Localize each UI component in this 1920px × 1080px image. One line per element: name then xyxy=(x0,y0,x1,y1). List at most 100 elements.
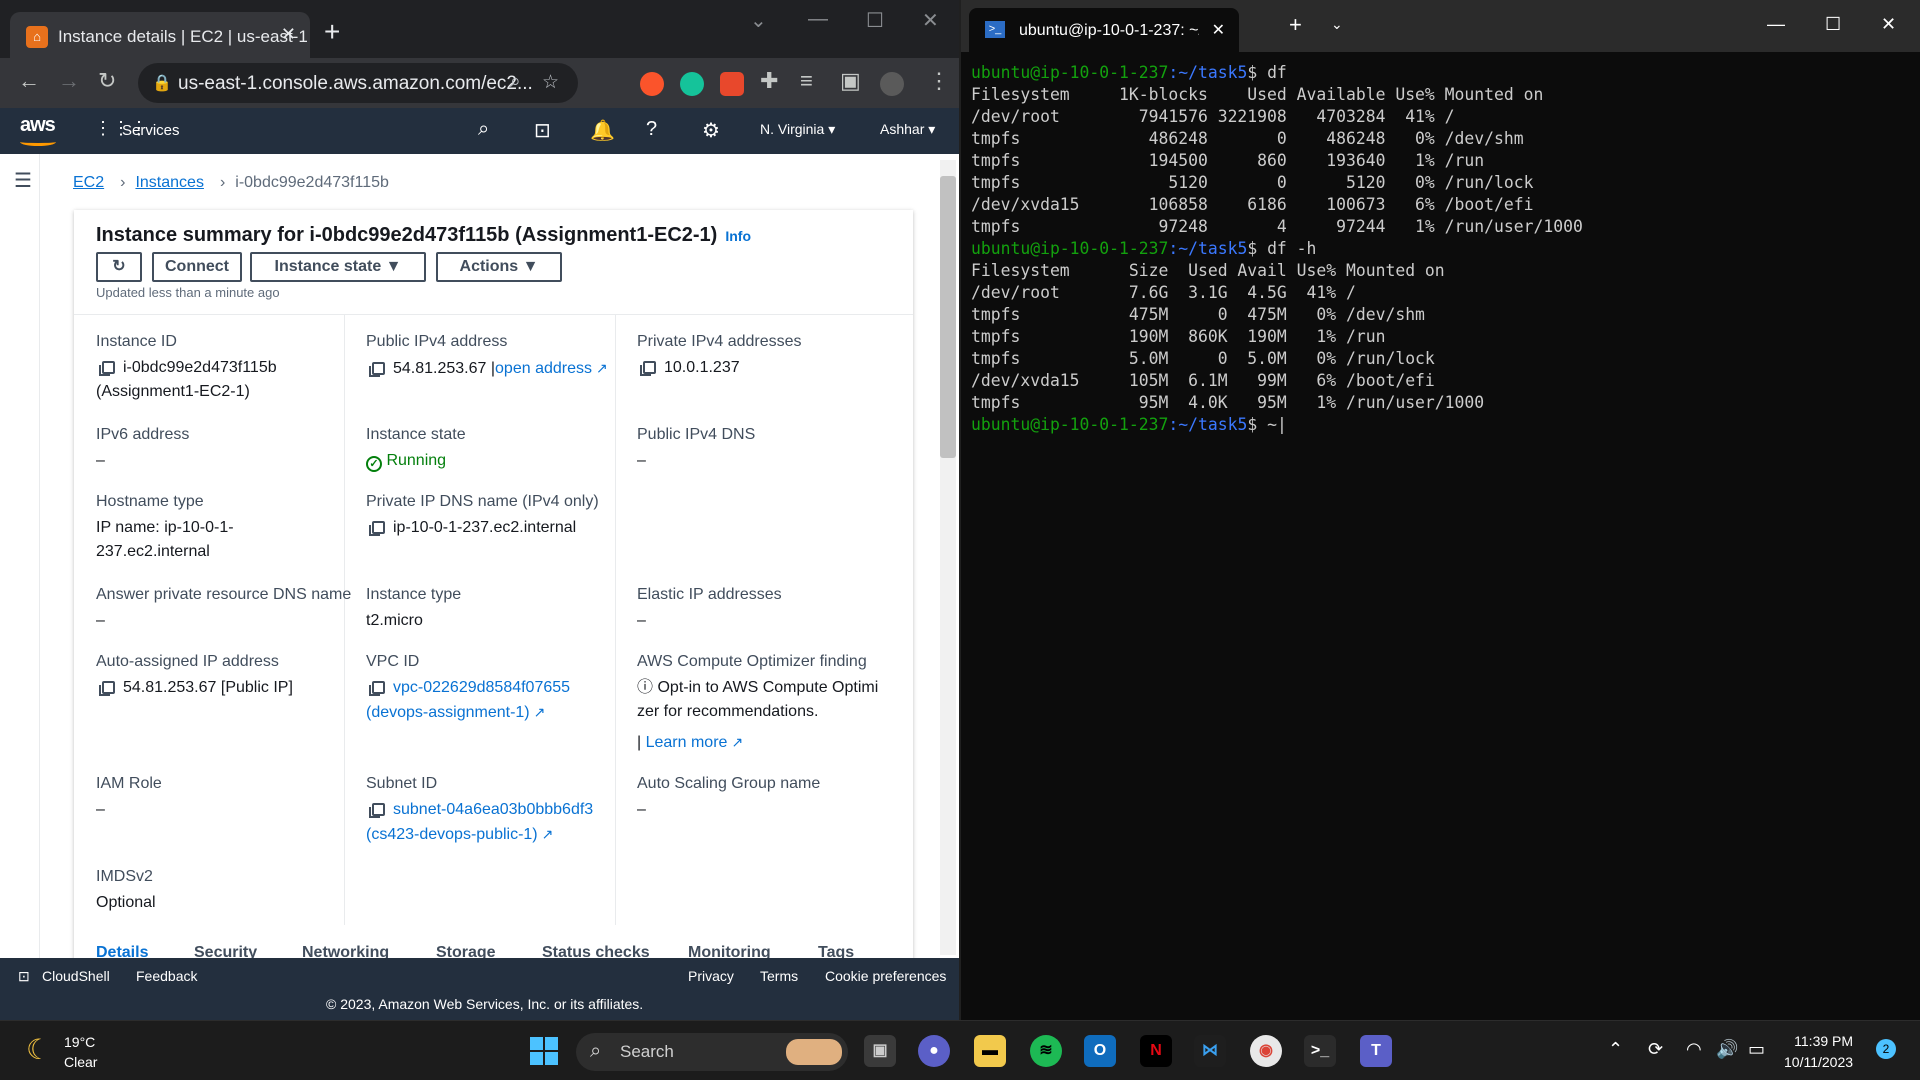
media-icon[interactable]: ≡ xyxy=(800,68,813,94)
cloudshell-icon[interactable]: ⊡ xyxy=(534,118,551,143)
sync-icon[interactable]: ⟳ xyxy=(1648,1039,1663,1060)
breadcrumb-ec2[interactable]: EC2 xyxy=(73,174,104,191)
chat-icon[interactable]: ● xyxy=(918,1035,950,1067)
terminal-tab[interactable]: >_ ubuntu@ip-10-0-1-237: ~/tasl ✕ xyxy=(969,8,1239,52)
account-menu[interactable]: Ashhar ▾ xyxy=(880,121,935,138)
minimize-button[interactable]: — xyxy=(808,8,828,31)
extensions-puzzle-icon[interactable]: ✚ xyxy=(760,68,778,94)
taskbar-search[interactable]: ⌕ Search xyxy=(576,1033,848,1071)
copy-icon[interactable] xyxy=(99,681,115,697)
connect-button[interactable]: Connect xyxy=(152,252,242,282)
weather-widget[interactable]: 19°C Clear xyxy=(64,1032,97,1072)
show-hidden-icons[interactable]: ⌃ xyxy=(1608,1039,1623,1060)
scrollbar-thumb[interactable] xyxy=(940,176,956,458)
notifications-bell-icon[interactable]: 🔔 xyxy=(590,118,615,143)
cloudshell-footer-icon[interactable]: ⊡ xyxy=(18,968,30,985)
maximize-button[interactable]: ☐ xyxy=(866,8,884,33)
wifi-icon[interactable]: ◠ xyxy=(1686,1039,1702,1060)
terms-link[interactable]: Terms xyxy=(760,968,798,984)
close-tab-icon[interactable]: ✕ xyxy=(281,24,296,45)
close-window-button[interactable]: ✕ xyxy=(1881,14,1896,35)
services-menu[interactable]: Services xyxy=(122,122,180,139)
volume-icon[interactable]: 🔊 xyxy=(1716,1039,1738,1060)
battery-icon[interactable]: ▭ xyxy=(1748,1039,1765,1060)
field-compute-optimizer: AWS Compute Optimizer finding ⓘ Opt-in t… xyxy=(637,650,878,755)
cloudshell-link[interactable]: CloudShell xyxy=(42,968,110,984)
close-window-button[interactable]: ✕ xyxy=(922,8,939,33)
sidepanel-icon[interactable]: ▣ xyxy=(840,68,861,94)
actions-button[interactable]: Actions ▼ xyxy=(436,252,562,282)
browser-window: ⌂ Instance details | EC2 | us-east-1 ✕ +… xyxy=(0,0,959,1020)
copy-icon[interactable] xyxy=(99,361,115,377)
system-clock[interactable]: 11:39 PM 10/11/2023 xyxy=(1784,1031,1853,1073)
notification-badge[interactable]: 2 xyxy=(1876,1039,1896,1059)
field-answer-dns: Answer private resource DNS name – xyxy=(96,586,352,629)
vscode-icon[interactable]: ⋈ xyxy=(1194,1035,1226,1067)
help-icon[interactable]: ? xyxy=(646,118,657,141)
maximize-button[interactable]: ☐ xyxy=(1825,14,1841,35)
back-icon[interactable]: ← xyxy=(18,68,40,94)
terminal-tabbar: >_ ubuntu@ip-10-0-1-237: ~/tasl ✕ + ⌄ — … xyxy=(961,0,1920,52)
vpc-link[interactable]: vpc-022629d8584f07655 xyxy=(393,679,570,696)
subnet-name-link[interactable]: (cs423-devops-public-1) xyxy=(366,826,538,843)
browser-tab[interactable]: ⌂ Instance details | EC2 | us-east-1 ✕ xyxy=(10,12,310,64)
brave-extension-icon[interactable] xyxy=(640,72,664,96)
chrome-icon[interactable]: ◉ xyxy=(1250,1035,1282,1067)
profile-avatar[interactable] xyxy=(880,72,904,96)
task-view-icon[interactable]: ▣ xyxy=(864,1035,896,1067)
breadcrumb-instances[interactable]: Instances xyxy=(135,174,203,191)
netflix-icon[interactable]: N xyxy=(1140,1035,1172,1067)
menu-kebab-icon[interactable]: ⋮ xyxy=(928,68,950,94)
address-bar[interactable]: 🔒 us-east-1.console.aws.amazon.com/ec2..… xyxy=(138,63,578,103)
start-button[interactable] xyxy=(530,1037,558,1065)
weather-moon-icon[interactable]: ☾ xyxy=(26,1033,51,1066)
terminal-icon[interactable]: >_ xyxy=(1304,1035,1336,1067)
settings-gear-icon[interactable]: ⚙ xyxy=(702,118,720,143)
aws-favicon-icon: ⌂ xyxy=(26,26,48,48)
field-public-ipv4: Public IPv4 address 54.81.253.67 |open a… xyxy=(366,330,608,381)
learn-more-link[interactable]: Learn more xyxy=(646,734,728,751)
new-tab-button[interactable]: + xyxy=(324,16,340,48)
aws-top-nav: aws ⋮⋮⋮ Services ⌕ ⊡ 🔔 ? ⚙ N. Virginia ▾… xyxy=(0,108,959,154)
copy-icon[interactable] xyxy=(369,803,385,819)
copy-icon[interactable] xyxy=(369,362,385,378)
file-explorer-icon[interactable]: ▬ xyxy=(974,1035,1006,1067)
aws-logo[interactable]: aws xyxy=(20,114,56,146)
zoom-icon[interactable]: ⌕ xyxy=(510,71,521,93)
tab-search-icon[interactable]: ⌄ xyxy=(750,8,767,33)
spotify-icon[interactable]: ≋ xyxy=(1030,1035,1062,1067)
close-tab-icon[interactable]: ✕ xyxy=(1212,20,1225,40)
reload-icon[interactable]: ↻ xyxy=(98,68,116,94)
cookie-preferences-link[interactable]: Cookie preferences xyxy=(825,968,946,984)
extension-icon[interactable] xyxy=(720,72,744,96)
terminal-output[interactable]: ubuntu@ip-10-0-1-237:~/task5$ df Filesys… xyxy=(971,62,1583,436)
copy-icon[interactable] xyxy=(369,681,385,697)
subnet-link[interactable]: subnet-04a6ea03b0bbb6df3 xyxy=(393,801,593,818)
region-selector[interactable]: N. Virginia ▾ xyxy=(760,121,835,138)
outlook-icon[interactable]: O xyxy=(1084,1035,1116,1067)
grammarly-extension-icon[interactable] xyxy=(680,72,704,96)
info-link[interactable]: Info xyxy=(725,228,751,244)
search-icon[interactable]: ⌕ xyxy=(478,118,489,141)
forward-icon[interactable]: → xyxy=(58,68,80,94)
page-scrollbar[interactable] xyxy=(940,160,956,955)
copy-icon[interactable] xyxy=(369,521,385,537)
instance-state-button[interactable]: Instance state ▼ xyxy=(250,252,426,282)
privacy-link[interactable]: Privacy xyxy=(688,968,734,984)
open-address-link[interactable]: open address xyxy=(495,360,592,377)
bookmark-star-icon[interactable]: ☆ xyxy=(542,71,559,94)
breadcrumb: EC2 › Instances › i-0bdc99e2d473f115b xyxy=(73,174,389,191)
teams-icon[interactable]: T xyxy=(1360,1035,1392,1067)
external-link-icon: ↗ xyxy=(596,360,608,376)
search-icon: ⌕ xyxy=(590,1040,602,1062)
minimize-button[interactable]: — xyxy=(1767,14,1785,35)
hamburger-menu-icon[interactable]: ☰ xyxy=(14,168,32,193)
vpc-name-link[interactable]: (devops-assignment-1) xyxy=(366,704,530,721)
terminal-dropdown-icon[interactable]: ⌄ xyxy=(1331,16,1343,33)
info-circle-icon: ⓘ xyxy=(637,679,654,696)
refresh-button[interactable]: ↻ xyxy=(96,252,142,282)
new-terminal-tab-button[interactable]: + xyxy=(1289,12,1302,38)
feedback-link[interactable]: Feedback xyxy=(136,968,197,984)
optimizer-opt-in-link[interactable]: Opt-in to AWS Compute Optimi xyxy=(657,679,878,696)
copy-icon[interactable] xyxy=(640,361,656,377)
